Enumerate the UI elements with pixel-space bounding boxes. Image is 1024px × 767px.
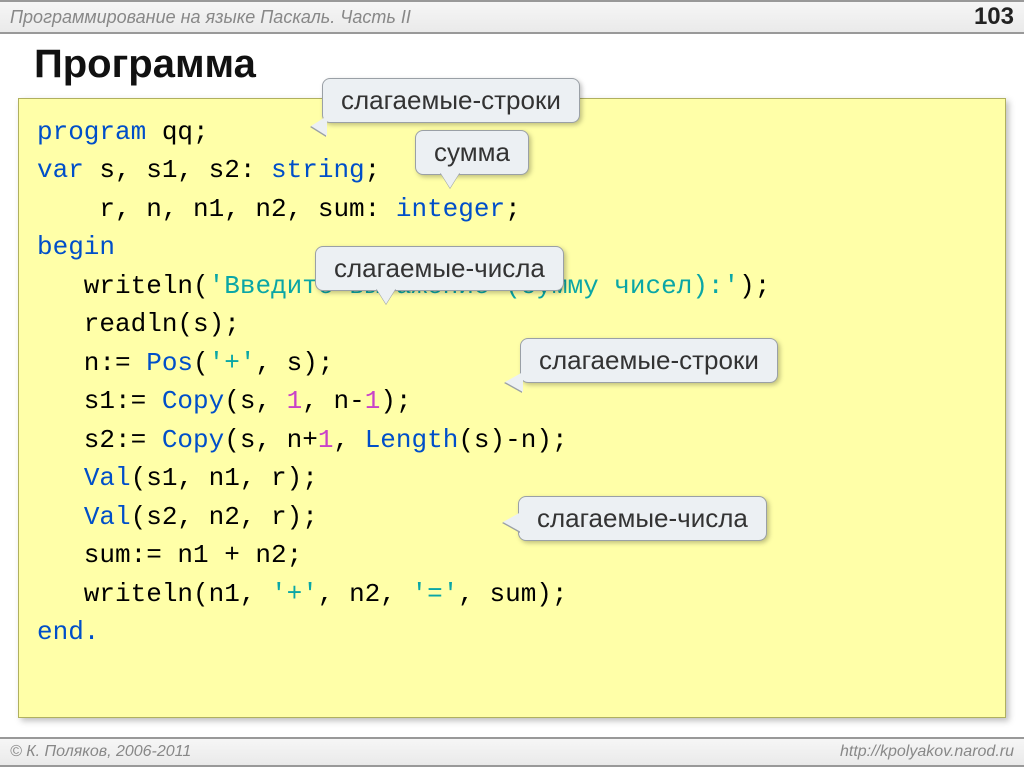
fn-copy: Copy (162, 386, 224, 416)
fn-pos: Pos (146, 348, 193, 378)
code-text: , sum); (458, 579, 567, 609)
num-literal: 1 (318, 425, 334, 455)
code-text: n:= (37, 348, 146, 378)
code-text: (s, n+ (224, 425, 318, 455)
str-literal: '=' (411, 579, 458, 609)
callout-addend-numbers-2: слагаемые-числа (518, 496, 767, 541)
code-text: qq; (146, 117, 208, 147)
kw-end: end. (37, 617, 99, 647)
code-text: , n- (302, 386, 364, 416)
slide-footer: © К. Поляков, 2006-2011 http://kpolyakov… (0, 737, 1024, 767)
num-literal: 1 (287, 386, 303, 416)
kw-string: string (271, 155, 365, 185)
code-text: , s); (255, 348, 333, 378)
code-text: ( (193, 348, 209, 378)
code-text: ); (739, 271, 770, 301)
fn-val: Val (84, 502, 131, 532)
str-literal: '+' (209, 348, 256, 378)
code-text (37, 463, 84, 493)
code-block: program qq; var s, s1, s2: string; r, n,… (18, 98, 1006, 718)
callout-addend-numbers-1: слагаемые-числа (315, 246, 564, 291)
kw-integer: integer (396, 194, 505, 224)
code-text: writeln(n1, (37, 579, 271, 609)
code-text: , n2, (318, 579, 412, 609)
footer-url: http://kpolyakov.narod.ru (840, 743, 1014, 761)
kw-program: program (37, 117, 146, 147)
footer-copyright: © К. Поляков, 2006-2011 (10, 743, 191, 761)
code-text: (s)-n); (458, 425, 567, 455)
page-number: 103 (974, 3, 1014, 31)
kw-begin: begin (37, 232, 115, 262)
num-literal: 1 (365, 386, 381, 416)
code-text: s2:= (37, 425, 162, 455)
code-text: ; (505, 194, 521, 224)
code-text: ); (380, 386, 411, 416)
code-text: s1:= (37, 386, 162, 416)
code-text: sum:= n1 + n2; (37, 540, 302, 570)
code-text: ; (365, 155, 381, 185)
slide: Программирование на языке Паскаль. Часть… (0, 0, 1024, 767)
code-text: r, n, n1, n2, sum: (37, 194, 396, 224)
slide-header: Программирование на языке Паскаль. Часть… (0, 0, 1024, 34)
callout-sum: сумма (415, 130, 529, 175)
callout-addend-strings-1: слагаемые-строки (322, 78, 580, 123)
fn-val: Val (84, 463, 131, 493)
code-text: (s2, n2, r); (131, 502, 318, 532)
str-literal: '+' (271, 579, 318, 609)
fn-length: Length (365, 425, 459, 455)
code-text: s, s1, s2: (84, 155, 271, 185)
fn-copy: Copy (162, 425, 224, 455)
kw-var: var (37, 155, 84, 185)
code-text: (s, (224, 386, 286, 416)
code-text: , (333, 425, 364, 455)
code-text: writeln( (37, 271, 209, 301)
code-text: readln(s); (37, 309, 240, 339)
header-title: Программирование на языке Паскаль. Часть… (10, 7, 411, 28)
code-text: (s1, n1, r); (131, 463, 318, 493)
callout-addend-strings-2: слагаемые-строки (520, 338, 778, 383)
code-text (37, 502, 84, 532)
